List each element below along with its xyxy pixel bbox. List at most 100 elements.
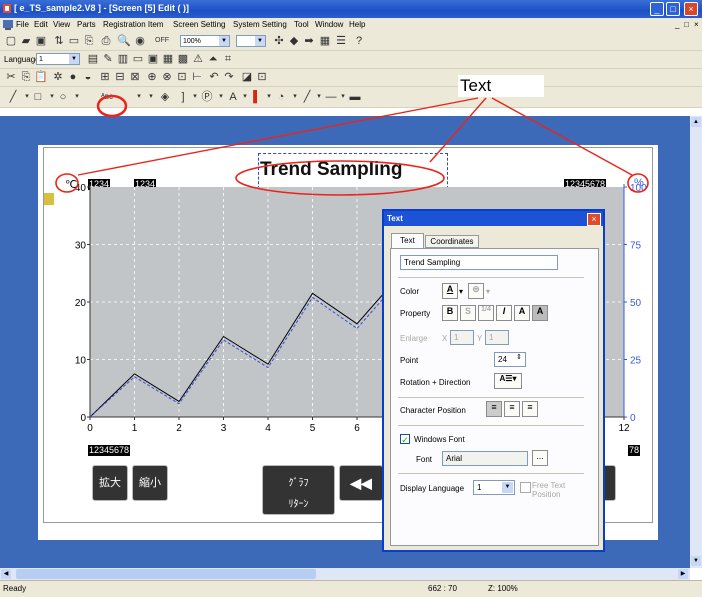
- transfer-icon[interactable]: ⇅: [52, 34, 66, 48]
- reverse-button[interactable]: A: [532, 305, 548, 321]
- menu-parts[interactable]: Parts: [77, 20, 96, 29]
- align2-icon[interactable]: ⊟: [113, 70, 127, 84]
- copy-icon[interactable]: ⎘: [19, 70, 33, 84]
- menu-system-setting[interactable]: System Setting: [233, 20, 287, 29]
- help-icon[interactable]: ?: [352, 34, 366, 48]
- align-center-button[interactable]: ≡: [504, 401, 520, 417]
- scroll-thumb[interactable]: [16, 569, 316, 579]
- forward-icon[interactable]: ➡: [302, 34, 316, 48]
- quarter-button[interactable]: 1/4: [478, 305, 494, 321]
- scroll-left-icon[interactable]: ◀: [1, 569, 11, 579]
- new-icon[interactable]: ▢: [4, 34, 18, 48]
- background-color-icon[interactable]: ⊜: [468, 283, 484, 299]
- rectangle-tool-icon[interactable]: □: [31, 90, 45, 104]
- save-icon[interactable]: ▣: [34, 34, 48, 48]
- macro-icon[interactable]: ▣: [146, 52, 160, 66]
- menu-window[interactable]: Window: [315, 20, 343, 29]
- font-browse-button[interactable]: ...: [532, 450, 548, 466]
- map-icon[interactable]: ⌗: [221, 52, 235, 66]
- group-icon[interactable]: ⊕: [145, 70, 159, 84]
- text-properties-dialog[interactable]: Text × Text Coordinates Trend Sampling C…: [382, 209, 605, 552]
- chevron-down-icon[interactable]: ▾: [459, 287, 463, 296]
- zoom-extra-select[interactable]: ▼: [236, 35, 266, 47]
- menu-help[interactable]: Help: [349, 20, 365, 29]
- bold-button[interactable]: B: [442, 305, 458, 321]
- list-icon[interactable]: ☰: [334, 34, 348, 48]
- mdi-restore-button[interactable]: □: [684, 20, 689, 29]
- copy-icon[interactable]: ⎘: [82, 34, 96, 48]
- outline-button[interactable]: A: [514, 305, 530, 321]
- off-toggle[interactable]: OFF: [149, 34, 175, 48]
- display-language-select[interactable]: 1 ▼: [473, 480, 515, 495]
- numeric-display-bottom-left[interactable]: 12345678: [88, 445, 131, 456]
- line-tool-icon[interactable]: ╱: [6, 90, 20, 104]
- chevron-down-icon[interactable]: ▾: [70, 90, 84, 104]
- menu-edit[interactable]: Edit: [34, 20, 48, 29]
- cut-icon[interactable]: ✂: [4, 70, 18, 84]
- shadow-button[interactable]: S: [460, 305, 476, 321]
- align3-icon[interactable]: ⊠: [128, 70, 142, 84]
- align-icon[interactable]: ⊞: [98, 70, 112, 84]
- pattern-icon[interactable]: Ⓟ: [200, 90, 214, 104]
- align-left-button[interactable]: ≡: [486, 401, 502, 417]
- paste-icon[interactable]: 📋: [34, 70, 48, 84]
- numeric-display-bottom-right[interactable]: 78: [628, 445, 641, 456]
- font-color-icon[interactable]: A: [442, 283, 458, 299]
- property-icon[interactable]: ◪: [240, 70, 254, 84]
- text-tool-button[interactable]: ᴬʙc: [93, 90, 121, 104]
- maximize-button[interactable]: □: [666, 2, 680, 16]
- menu-registration-item[interactable]: Registration Item: [103, 20, 163, 29]
- chart-icon[interactable]: ▩: [176, 52, 190, 66]
- zoom-fit-icon[interactable]: ✣: [272, 34, 286, 48]
- back-icon[interactable]: ◆: [287, 34, 301, 48]
- order2-icon[interactable]: ⊢: [190, 70, 204, 84]
- ungroup-icon[interactable]: ⊗: [160, 70, 174, 84]
- scroll-down-icon[interactable]: ▼: [691, 556, 701, 566]
- scroll-right-icon[interactable]: ▶: [678, 569, 688, 579]
- mdi-close-button[interactable]: ×: [694, 20, 699, 29]
- screen-capture-icon[interactable]: ⊡: [255, 70, 269, 84]
- zoom-out-button[interactable]: 縮小: [132, 465, 168, 501]
- message-icon[interactable]: ▭: [131, 52, 145, 66]
- menu-view[interactable]: View: [53, 20, 70, 29]
- chevron-down-icon[interactable]: ▾: [144, 90, 158, 104]
- align-right-button[interactable]: ≡: [522, 401, 538, 417]
- fill-icon[interactable]: ◈: [158, 90, 172, 104]
- enlarge-x-field[interactable]: 1: [450, 330, 474, 345]
- grid-icon[interactable]: ▦: [318, 34, 332, 48]
- menu-file[interactable]: File: [16, 20, 29, 29]
- zoom-in-button[interactable]: 拡大: [92, 465, 128, 501]
- paint-bucket-icon[interactable]: ◔: [274, 90, 288, 104]
- order-icon[interactable]: ⊡: [175, 70, 189, 84]
- lamp-icon[interactable]: ◒: [81, 70, 95, 84]
- spinner-icon[interactable]: ⇕: [516, 353, 522, 361]
- tab-text[interactable]: Text: [391, 233, 424, 248]
- alarm-icon[interactable]: ⚠: [191, 52, 205, 66]
- font-field[interactable]: Arial: [442, 451, 528, 466]
- enlarge-y-field[interactable]: 1: [485, 330, 509, 345]
- preview-icon[interactable]: 🔍: [117, 34, 131, 48]
- redo-icon[interactable]: ↷: [222, 70, 236, 84]
- parts-icon[interactable]: ✲: [51, 70, 65, 84]
- free-text-position-checkbox[interactable]: [520, 482, 531, 493]
- block-icon[interactable]: ▦: [161, 52, 175, 66]
- circle-tool-icon[interactable]: ○: [56, 90, 70, 104]
- rewind-button[interactable]: ◀◀: [339, 465, 383, 501]
- tab-coordinates[interactable]: Coordinates: [425, 235, 479, 248]
- minimize-button[interactable]: _: [650, 2, 664, 16]
- language-select[interactable]: 1 ▼: [36, 53, 80, 65]
- print-icon[interactable]: ⎙: [99, 34, 113, 48]
- editor-workspace[interactable]: Trend Sampling ℃ 1234 1234 12345678 % 40…: [0, 116, 690, 568]
- undo-icon[interactable]: ↶: [207, 70, 221, 84]
- graph-return-button[interactable]: ｸﾞﾗﾌ ﾘﾀｰﾝ: [262, 465, 335, 515]
- dialog-close-button[interactable]: ×: [587, 213, 601, 226]
- text-input[interactable]: Trend Sampling: [400, 255, 558, 270]
- close-button[interactable]: ×: [684, 2, 698, 16]
- horizontal-scrollbar[interactable]: ◀ ▶: [0, 568, 690, 580]
- vertical-scrollbar[interactable]: ▲ ▼: [690, 116, 702, 568]
- scroll-up-icon[interactable]: ▲: [691, 117, 701, 127]
- zoom-select[interactable]: 100% ▼: [180, 35, 230, 47]
- open-icon[interactable]: ▰: [19, 34, 33, 48]
- tile-icon[interactable]: ▬: [348, 90, 362, 104]
- menu-screen-setting[interactable]: Screen Setting: [173, 20, 225, 29]
